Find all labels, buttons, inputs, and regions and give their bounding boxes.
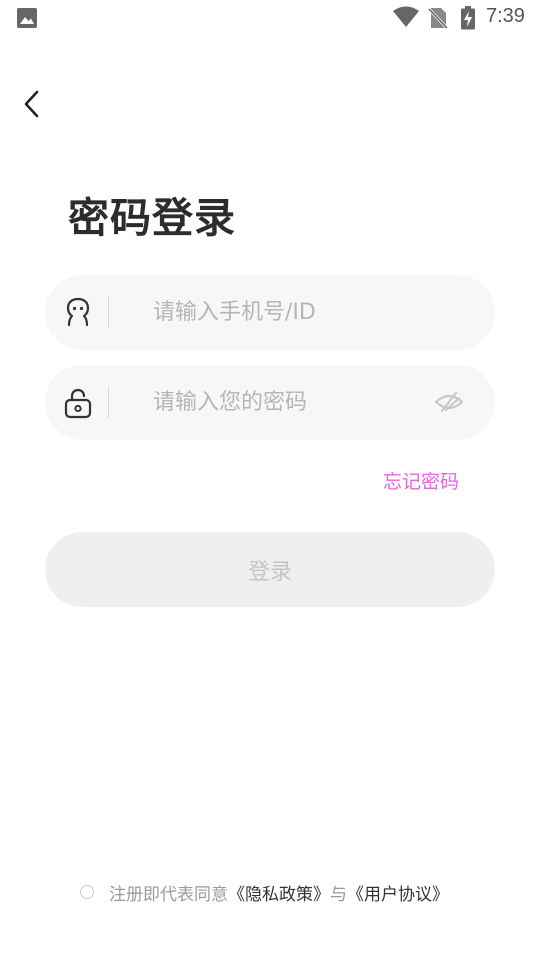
gallery-icon xyxy=(17,8,37,28)
agreement-connector: 与 xyxy=(330,884,347,905)
wifi-icon xyxy=(393,6,419,27)
login-button[interactable]: 登录 xyxy=(45,532,495,607)
eye-off-icon[interactable] xyxy=(433,389,465,415)
no-sim-icon xyxy=(428,7,448,29)
agreement-checkbox[interactable] xyxy=(80,885,94,899)
agreement-prefix: 注册即代表同意 xyxy=(109,884,228,905)
lock-icon xyxy=(64,388,92,419)
user-agreement-link[interactable]: 《用户协议》 xyxy=(347,880,449,905)
user-icon xyxy=(66,297,90,327)
status-time: 7:39 xyxy=(486,5,525,27)
field-divider xyxy=(108,387,109,418)
battery-charging-icon xyxy=(461,6,475,30)
chevron-left-icon xyxy=(24,90,39,118)
field-divider xyxy=(108,297,109,328)
status-bar: 7:39 xyxy=(0,0,540,36)
phone-input[interactable] xyxy=(153,294,413,330)
forgot-password-link[interactable]: 忘记密码 xyxy=(383,467,459,494)
back-button[interactable] xyxy=(20,88,46,120)
phone-field[interactable] xyxy=(45,275,495,350)
agreement-row: 注册即代表同意 《隐私政策》 与 《用户协议》 xyxy=(80,879,449,905)
password-field[interactable] xyxy=(45,365,495,440)
password-input[interactable] xyxy=(153,384,413,420)
page-title: 密码登录 xyxy=(68,194,236,242)
privacy-policy-link[interactable]: 《隐私政策》 xyxy=(228,880,330,905)
